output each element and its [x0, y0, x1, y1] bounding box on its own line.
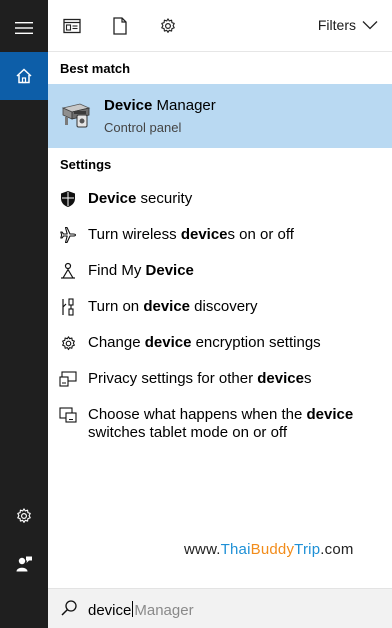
result-privacy-other-devices[interactable]: Privacy settings for other devices — [48, 362, 392, 396]
result-device-security[interactable]: Device security — [48, 182, 392, 216]
result-wireless-devices[interactable]: Turn wireless devices on or off — [48, 218, 392, 252]
settings-heading: Settings — [60, 157, 112, 172]
best-match-heading: Best match — [60, 61, 131, 76]
filters-label: Filters — [317, 17, 356, 33]
document-icon — [113, 17, 127, 35]
sidebar — [0, 0, 48, 628]
filters-dropdown[interactable]: Filters — [318, 17, 378, 33]
documents-filter-button[interactable] — [108, 14, 132, 38]
search-box[interactable]: device Manager — [48, 588, 392, 628]
device-manager-icon — [61, 103, 91, 128]
result-label: Turn on device discovery — [88, 298, 258, 315]
app-window-icon — [63, 18, 81, 34]
tablet-mode-icon — [58, 405, 78, 425]
person-feedback-icon — [16, 556, 32, 572]
result-label: Turn wireless devices on or off — [88, 226, 294, 243]
result-label: Choose what happens when the device switc… — [88, 406, 354, 441]
result-label: Find My Device — [88, 262, 194, 279]
apps-filter-button[interactable] — [60, 14, 84, 38]
home-button[interactable] — [0, 52, 48, 100]
toolbar: Filters — [48, 0, 392, 52]
result-tablet-mode[interactable]: Choose what happens when the device switc… — [48, 398, 392, 450]
chevron-down-icon — [362, 21, 378, 30]
search-autocomplete: Manager — [134, 602, 194, 619]
search-icon — [61, 600, 77, 616]
devices-icon — [58, 369, 78, 389]
result-label: Device security — [88, 190, 193, 207]
best-match-subtitle: Control panel — [104, 120, 182, 135]
result-device-encryption[interactable]: Change device encryption settings — [48, 326, 392, 360]
gear-icon — [58, 333, 78, 353]
result-label: Privacy settings for other devices — [88, 370, 312, 387]
user-feedback-button[interactable] — [0, 540, 48, 588]
result-label: Change device encryption settings — [88, 334, 321, 351]
hamburger-icon — [15, 22, 33, 34]
gear-icon — [17, 508, 31, 523]
gear-icon — [161, 18, 175, 33]
home-icon — [16, 68, 32, 84]
watermark: www.ThaiBuddyTrip.com — [184, 541, 354, 558]
person-locate-icon — [58, 261, 78, 281]
best-match-result[interactable]: Device Manager Control panel — [48, 84, 392, 148]
discovery-icon — [58, 297, 78, 317]
search-input[interactable]: device Manager — [88, 601, 194, 619]
settings-filter-button[interactable] — [156, 14, 180, 38]
settings-button[interactable] — [0, 492, 48, 540]
shield-icon — [58, 189, 78, 209]
result-find-my-device[interactable]: Find My Device — [48, 254, 392, 288]
result-device-discovery[interactable]: Turn on device discovery — [48, 290, 392, 324]
search-panel: Filters Best match Device Manager Contro… — [48, 0, 392, 628]
airplane-icon — [58, 225, 78, 245]
best-match-title: Device Manager — [104, 97, 216, 114]
hamburger-menu-button[interactable] — [0, 4, 48, 52]
